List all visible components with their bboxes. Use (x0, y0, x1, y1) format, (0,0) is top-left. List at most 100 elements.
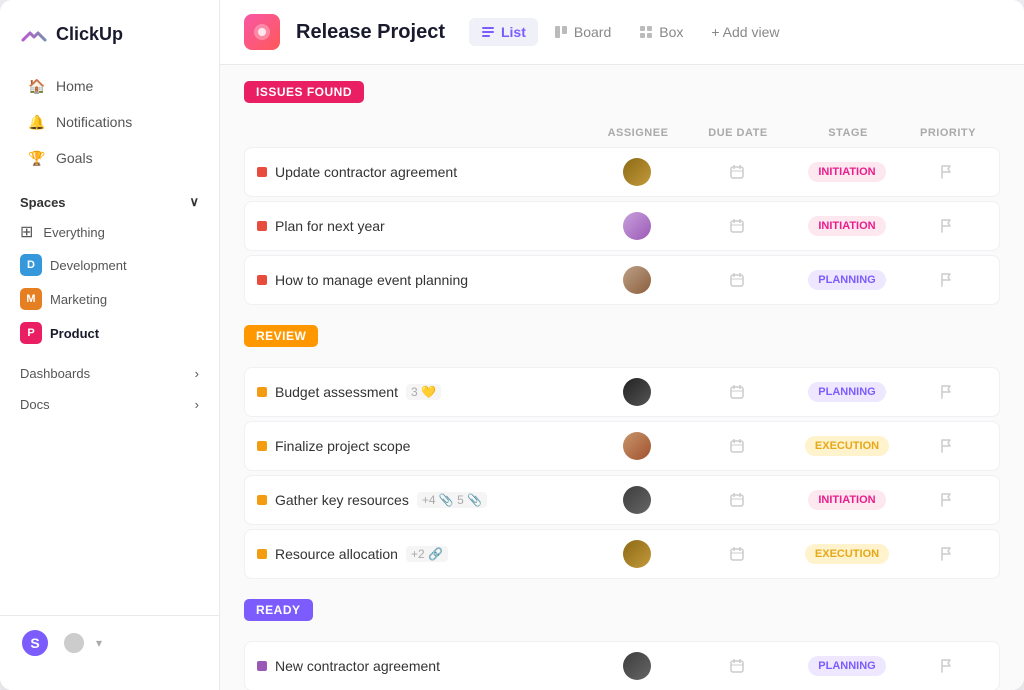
section-issues: ISSUES FOUND ASSIGNEE DUE DATE STAGE PRI… (244, 81, 1000, 305)
task-stage: INITIATION (787, 162, 907, 182)
task-name: Update contractor agreement (257, 164, 587, 180)
nav-goals-label: Goals (56, 150, 93, 166)
flag-icon (939, 272, 955, 288)
task-assignee (587, 378, 687, 406)
task-priority (907, 546, 987, 562)
nav-goals[interactable]: 🏆 Goals (8, 141, 211, 175)
table-row[interactable]: How to manage event planning PLANNING (244, 255, 1000, 305)
avatar (623, 432, 651, 460)
task-priority (907, 492, 987, 508)
task-count: 3 💛 (406, 384, 441, 400)
table-row[interactable]: Plan for next year INITIATION (244, 201, 1000, 251)
task-priority (907, 272, 987, 288)
app-container: ClickUp 🏠 Home 🔔 Notifications 🏆 Goals S… (0, 0, 1024, 690)
tab-box[interactable]: Box (627, 18, 695, 46)
user-chevron-icon: ▾ (96, 636, 102, 650)
task-name: Resource allocation +2 🔗 (257, 546, 587, 562)
flag-icon (939, 438, 955, 454)
task-name: Budget assessment 3 💛 (257, 384, 587, 400)
flag-icon (939, 546, 955, 562)
table-row[interactable]: Update contractor agreement INITIATION (244, 147, 1000, 197)
task-stage: EXECUTION (787, 436, 907, 456)
table-row[interactable]: Gather key resources +4 📎 5 📎 INITIATION (244, 475, 1000, 525)
spaces-section: Spaces ∨ ⊞ Everything D Development M Ma… (0, 188, 219, 350)
logo-text: ClickUp (56, 24, 123, 45)
dashboards-chevron-icon: › (195, 366, 199, 381)
col-task (256, 127, 588, 139)
sidebar-footer: S ▾ (0, 615, 219, 670)
docs-label: Docs (20, 397, 50, 412)
task-name: Gather key resources +4 📎 5 📎 (257, 492, 587, 508)
calendar-icon (729, 384, 745, 400)
development-label: Development (50, 258, 127, 273)
avatar (623, 212, 651, 240)
calendar-icon (729, 218, 745, 234)
home-icon: 🏠 (28, 77, 46, 95)
task-name: Plan for next year (257, 218, 587, 234)
product-badge: P (20, 322, 42, 344)
logo: ClickUp (0, 20, 219, 68)
col-stage: STAGE (788, 127, 908, 139)
task-due-date (687, 218, 787, 234)
table-header: ASSIGNEE DUE DATE STAGE PRIORITY (244, 123, 1000, 147)
flag-icon (939, 218, 955, 234)
task-assignee (587, 158, 687, 186)
task-priority (907, 658, 987, 674)
task-assignee (587, 432, 687, 460)
sidebar: ClickUp 🏠 Home 🔔 Notifications 🏆 Goals S… (0, 0, 220, 690)
task-meta: +2 🔗 (406, 546, 448, 562)
section-review: REVIEW Budget assessment 3 💛 PLANNING (244, 325, 1000, 579)
docs-item[interactable]: Docs › (0, 389, 219, 420)
task-priority (907, 164, 987, 180)
dashboards-item[interactable]: Dashboards › (0, 358, 219, 389)
add-view-button[interactable]: + Add view (699, 18, 791, 46)
flag-icon (939, 164, 955, 180)
user-avatar[interactable]: S (20, 628, 50, 658)
table-row[interactable]: Resource allocation +2 🔗 EXECUTION (244, 529, 1000, 579)
marketing-badge: M (20, 288, 42, 310)
table-row[interactable]: Finalize project scope EXECUTION (244, 421, 1000, 471)
avatar (623, 540, 651, 568)
task-dot-icon (257, 221, 267, 231)
spaces-header[interactable]: Spaces ∨ (0, 188, 219, 216)
calendar-icon (729, 546, 745, 562)
task-stage: PLANNING (787, 656, 907, 676)
box-icon (639, 25, 653, 39)
tab-board[interactable]: Board (542, 18, 623, 46)
tab-list[interactable]: List (469, 18, 538, 46)
view-tabs: List Board Box (469, 18, 791, 46)
task-priority (907, 384, 987, 400)
everything-icon: ⊞ (20, 222, 33, 242)
task-assignee (587, 652, 687, 680)
calendar-icon (729, 492, 745, 508)
sidebar-item-marketing[interactable]: M Marketing (0, 282, 219, 316)
sidebar-item-everything[interactable]: ⊞ Everything (0, 216, 219, 248)
task-name: New contractor agreement (257, 658, 587, 674)
task-name: Finalize project scope (257, 438, 587, 454)
task-dot-icon (257, 549, 267, 559)
calendar-icon (729, 438, 745, 454)
nav-notifications[interactable]: 🔔 Notifications (8, 105, 211, 139)
task-due-date (687, 438, 787, 454)
sidebar-item-product[interactable]: P Product (0, 316, 219, 350)
flag-icon (939, 658, 955, 674)
avatar (623, 158, 651, 186)
task-priority (907, 218, 987, 234)
avatar (623, 486, 651, 514)
task-meta: +4 📎 5 📎 (417, 492, 487, 508)
task-dot-icon (257, 167, 267, 177)
calendar-icon (729, 164, 745, 180)
nav-home-label: Home (56, 78, 93, 94)
main-content: Release Project List Board (220, 0, 1024, 690)
nav-notifications-label: Notifications (56, 114, 132, 130)
section-header-review: REVIEW (244, 325, 318, 347)
nav-home[interactable]: 🏠 Home (8, 69, 211, 103)
table-row[interactable]: Budget assessment 3 💛 PLANNING (244, 367, 1000, 417)
board-icon (554, 25, 568, 39)
task-due-date (687, 658, 787, 674)
table-row[interactable]: New contractor agreement PLANNING (244, 641, 1000, 690)
sidebar-item-development[interactable]: D Development (0, 248, 219, 282)
avatar (623, 652, 651, 680)
task-dot-icon (257, 275, 267, 285)
task-stage: EXECUTION (787, 544, 907, 564)
